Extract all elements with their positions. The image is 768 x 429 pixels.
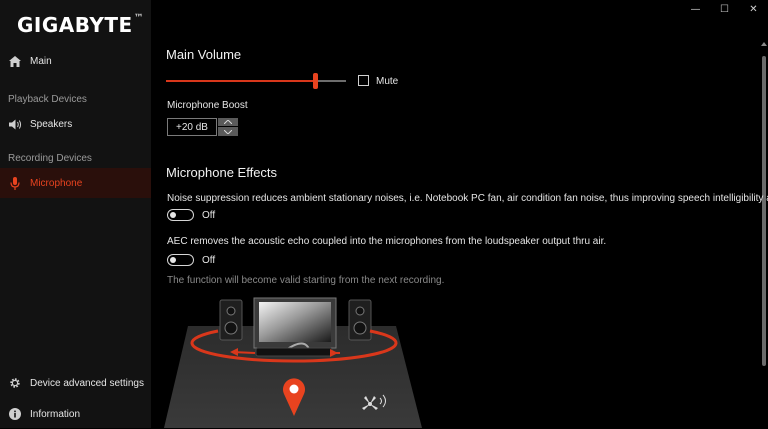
sidebar-item-information[interactable]: Information [0, 399, 151, 429]
sidebar-item-label: Information [30, 408, 81, 420]
sidebar-item-microphone[interactable]: Microphone [0, 168, 151, 198]
sidebar-item-label: Main [30, 55, 52, 67]
scrollbar[interactable] [760, 40, 768, 428]
close-button[interactable]: ✕ [739, 0, 768, 18]
volume-slider-thumb[interactable] [313, 73, 319, 89]
scroll-thumb[interactable] [762, 56, 766, 366]
chevron-down-icon [224, 129, 232, 134]
microphone-effects-illustration [164, 297, 422, 428]
toggle-knob [170, 212, 176, 218]
sidebar-item-label: Device advanced settings [30, 377, 144, 389]
microphone-icon [8, 176, 22, 190]
microphone-boost-value[interactable]: +20 dB [167, 118, 217, 136]
home-icon [8, 54, 22, 68]
chevron-up-icon [224, 120, 232, 124]
left-speaker-icon [219, 299, 243, 341]
minimize-button[interactable]: — [681, 0, 710, 18]
window-controls: — ☐ ✕ [681, 0, 768, 18]
gigabyte-logo: GIGABYTE™ [17, 13, 145, 37]
recording-note: The function will become valid starting … [167, 275, 445, 286]
microphone-effects-title: Microphone Effects [166, 165, 278, 180]
aec-state: Off [202, 255, 216, 266]
aec-toggle[interactable] [167, 254, 194, 266]
main-volume-title: Main Volume [166, 47, 242, 62]
aec-description: AEC removes the acoustic echo coupled in… [167, 236, 607, 247]
noise-suppression-toggle[interactable] [167, 209, 194, 221]
noise-suppression-state: Off [202, 210, 216, 221]
sidebar-item-label: Speakers [30, 118, 73, 130]
mute-label: Mute [376, 76, 399, 87]
section-recording-devices: Recording Devices [8, 153, 92, 164]
microphone-boost-label: Microphone Boost [167, 100, 248, 111]
noise-suppression-description: Noise suppression reduces ambient statio… [167, 193, 768, 204]
sidebar-item-label: Microphone [30, 177, 83, 189]
right-speaker-icon [348, 299, 372, 341]
section-playback-devices: Playback Devices [8, 94, 87, 105]
volume-slider-fill [166, 80, 316, 82]
toggle-knob [170, 257, 176, 263]
boost-increase-button[interactable] [218, 118, 238, 127]
gear-icon [8, 376, 22, 390]
scroll-up-arrow-icon[interactable] [761, 42, 767, 46]
speaker-icon [8, 117, 22, 131]
sidebar-item-device-advanced-settings[interactable]: Device advanced settings [0, 368, 151, 398]
mute-checkbox[interactable] [358, 75, 369, 86]
boost-decrease-button[interactable] [218, 127, 238, 136]
sidebar-item-main[interactable]: Main [0, 46, 151, 76]
info-icon [8, 407, 22, 421]
maximize-button[interactable]: ☐ [710, 0, 739, 18]
main-volume-slider[interactable] [166, 73, 346, 89]
sidebar-item-speakers[interactable]: Speakers [0, 109, 151, 139]
sidebar: GIGABYTE™ Main Playback Devices Speakers… [0, 0, 151, 428]
